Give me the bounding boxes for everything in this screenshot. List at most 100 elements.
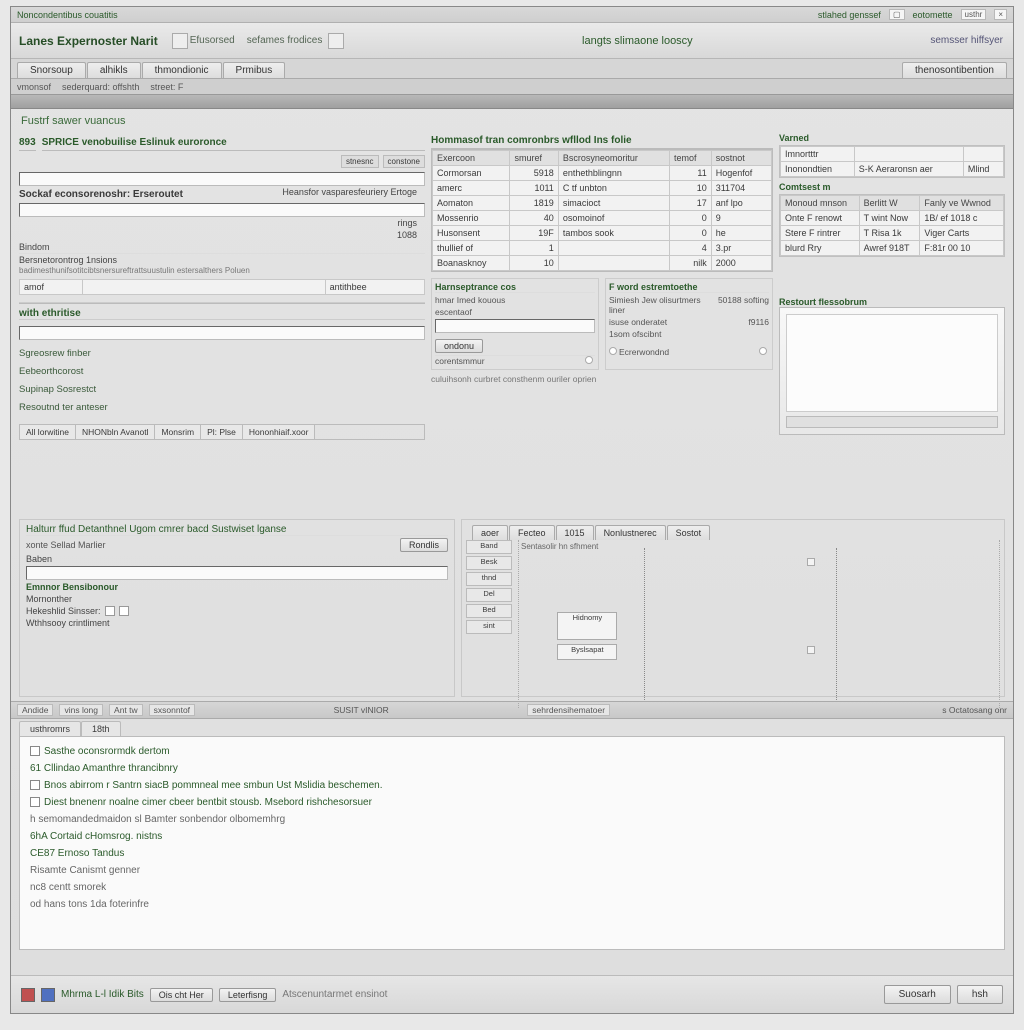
subrow-1[interactable]: sederquard: offshth	[62, 82, 139, 92]
footer-icon-red	[21, 988, 35, 1002]
schematic-left-panel: Halturr ffud Detanthnel Ugom cmrer bacd …	[19, 519, 455, 697]
footer-label: Mhrma L-l Idik Bits	[61, 989, 144, 1000]
tab-2[interactable]: thmondionic	[142, 62, 222, 78]
table-row: Cormorsan5918enthethblingnn11Hogenfof	[433, 166, 772, 181]
left-row4-l: Bindom	[19, 242, 249, 252]
tab-far[interactable]: thenosontibention	[902, 62, 1007, 78]
title-icon-a[interactable]	[172, 33, 188, 49]
left-sect2-input[interactable]	[19, 326, 425, 340]
left-row2-v: rings	[249, 218, 425, 228]
sch-side-labels: Band Besk thnd Del Bed sint	[466, 540, 512, 708]
checkbox-b[interactable]	[119, 606, 129, 616]
dark-separator	[11, 95, 1013, 109]
sch-left-title: Halturr ffud Detanthnel Ugom cmrer bacd …	[26, 524, 448, 536]
footer-note: Atscenuntarmet ensinot	[282, 989, 387, 1000]
table-row: Aomaton1819simacioct17anf lpo	[433, 196, 772, 211]
right-hdr-1: Varned	[779, 133, 1005, 143]
mid-table-title: Hommasof tran comronbrs wfllod Ins folie	[431, 133, 773, 149]
top-strip: Noncondentibus couatitis stlahed genssef…	[11, 7, 1013, 23]
tab-3[interactable]: Prmibus	[223, 62, 286, 78]
top-box-a[interactable]: ▢	[889, 9, 905, 20]
app-title: Lanes Expernoster Narit	[11, 34, 166, 48]
checkbox-icon[interactable]	[30, 780, 40, 790]
top-link-a[interactable]: stlahed genssef	[818, 10, 881, 20]
sch-box-a[interactable]: Hidnomy	[557, 612, 617, 640]
ls2t-3[interactable]: Pl: Plse	[201, 425, 243, 439]
table-row: Boanasknoy10nilk2000	[433, 256, 772, 271]
page-title: Fustrf sawer vuancus	[11, 109, 1013, 133]
close-button[interactable]: hsh	[957, 985, 1003, 1004]
diamond-icon	[759, 347, 767, 355]
title-icon-b[interactable]	[328, 33, 344, 49]
title-right-link[interactable]: semsser hiffsyer	[930, 35, 1013, 46]
subrow-2[interactable]: street: F	[150, 82, 183, 92]
footer-btn-a[interactable]: Ois cht Her	[150, 988, 213, 1002]
ls2t-1[interactable]: NHONbln Avanotl	[76, 425, 155, 439]
preview-thumbnail[interactable]	[779, 307, 1005, 435]
schematic-panel: aoer Fecteo 1015 Nonlustnerec Sostot Ban…	[461, 519, 1005, 697]
top-strip-left: Noncondentibus couatitis	[17, 10, 818, 20]
log-panel: Sasthe oconsrormdk dertom 61 Cllindao Am…	[19, 736, 1005, 950]
lbt-2: antithbee	[325, 280, 424, 295]
right-hdr-2: Comtsest m	[779, 182, 1005, 192]
main-tabs: Snorsoup alhikls thmondionic Prmibus the…	[11, 59, 1013, 79]
titlebar: Lanes Expernoster Narit Efusorsed sefame…	[11, 23, 1013, 59]
left-sect2-hdr: with ethritise	[19, 308, 425, 320]
left-note: badimesthunifsotitcibtsnersureftrattsuus…	[19, 266, 425, 275]
left-input-1[interactable]	[19, 172, 425, 186]
sub-toolbar: vmonsof sederquard: offshth street: F	[11, 79, 1013, 95]
panel1-hdr: Harnseptrance cos	[435, 282, 595, 293]
ls2t-2[interactable]: Monsrim	[155, 425, 201, 439]
table-row: Husonsent19Ftambos sook0he	[433, 226, 772, 241]
schematic-canvas[interactable]: Sentasolir hn sfhment Hidnomy Byslsapat	[518, 540, 1000, 708]
log-tab-0[interactable]: usthromrs	[19, 721, 81, 736]
doc-icon	[609, 347, 617, 355]
preview-hdr: Restourt flessobrum	[779, 297, 1005, 307]
ls2t-4[interactable]: Hononhiaif.xoor	[243, 425, 316, 439]
panel1-input[interactable]	[435, 319, 595, 333]
subrow-0[interactable]: vmonsof	[17, 82, 51, 92]
table-row: amerc1011C tf unbton10311704	[433, 181, 772, 196]
tab-1[interactable]: alhikls	[87, 62, 141, 78]
left-row3-v: 1088	[249, 230, 425, 240]
sch-node-2[interactable]	[807, 646, 815, 654]
sch-left-btn[interactable]: Rondlis	[400, 538, 448, 552]
app-subtitle: Efusorsed	[190, 35, 235, 46]
lbt-0: amof	[20, 280, 83, 295]
lh-cell-1: constone	[383, 155, 425, 168]
table-row: Mossenrio40osomoinof09	[433, 211, 772, 226]
left-row1-l: Sockaf econsorenoshr: Erseroutet	[19, 187, 249, 202]
top-close-icon[interactable]: ×	[994, 9, 1007, 20]
ls2t-0[interactable]: All lorwitine	[20, 425, 76, 439]
sch-input-1[interactable]	[26, 566, 448, 580]
title-btn-a[interactable]: sefames frodices	[247, 35, 323, 46]
section-title: SPRICE venobuilise Eslinuk euroronce	[42, 135, 425, 151]
middle-column: Hommasof tran comronbrs wfllod Ins folie…	[431, 133, 773, 515]
mid-table: Exercoon smuref Bscrosyneomoritur temof …	[432, 150, 772, 271]
left-row1-r: Heansfor vasparesfeuriery Ertoge	[249, 187, 425, 202]
checkbox-a[interactable]	[105, 606, 115, 616]
footer-btn-b[interactable]: Leterfisng	[219, 988, 277, 1002]
title-center: langts slimaone looscy	[344, 35, 930, 47]
ls2-2[interactable]: Supinap Sosrestct	[19, 382, 425, 400]
ls2-3[interactable]: Resoutnd ter anteser	[19, 400, 425, 418]
panel-1: Harnseptrance cos hmar Imed kouous escen…	[431, 278, 599, 370]
left-input-2[interactable]	[19, 203, 425, 217]
panel2-hdr: F word estremtoethe	[609, 282, 769, 293]
sch-box-b[interactable]: Byslsapat	[557, 644, 617, 660]
tab-0[interactable]: Snorsoup	[17, 62, 86, 78]
panel1-btn[interactable]: ondonu	[435, 339, 483, 353]
right-column: Varned Imnortttr InonondtienS-K Aerarons…	[779, 133, 1005, 515]
top-link-b[interactable]: eotomette	[913, 10, 953, 20]
log-tab-1[interactable]: 18th	[81, 721, 121, 736]
footer: Mhrma L-l Idik Bits Ois cht Her Leterfis…	[11, 975, 1013, 1013]
mid-caption: culuihsonh curbret consthenm ouriler opr…	[431, 374, 773, 384]
sch-node-1[interactable]	[807, 558, 815, 566]
top-box-b[interactable]: usthr	[961, 9, 987, 20]
checkbox-icon[interactable]	[30, 797, 40, 807]
ls2-1[interactable]: Eebeorthcorost	[19, 364, 425, 382]
section-number: 893	[19, 135, 36, 151]
submit-button[interactable]: Suosarh	[884, 985, 951, 1004]
checkbox-icon[interactable]	[30, 746, 40, 756]
ls2-0[interactable]: Sgreosrew finber	[19, 346, 425, 364]
